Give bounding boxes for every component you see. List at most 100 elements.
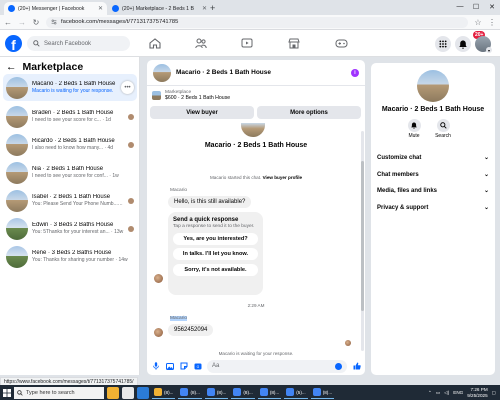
chat-item-edwin[interactable]: Edwin · 3 Beds 2 Baths House You: 5Thank…: [3, 215, 137, 242]
bell-icon: [407, 119, 421, 132]
emoji-icon[interactable]: [335, 362, 342, 370]
chevron-up-icon[interactable]: ⌃: [428, 390, 432, 396]
gaming-icon[interactable]: [333, 36, 349, 50]
minimize-icon[interactable]: —: [452, 0, 468, 13]
search-label: Search: [435, 133, 451, 139]
taskbar-app[interactable]: (5)...: [284, 387, 308, 399]
conversation-title[interactable]: Macario · 2 Beds 1 Bath House: [176, 69, 346, 76]
info-avatar[interactable]: [417, 70, 449, 102]
tab-messenger[interactable]: (20+) Messenger | Facebook ✕: [4, 2, 107, 15]
facebook-favicon-icon: [8, 5, 15, 12]
sender-avatar[interactable]: [154, 274, 163, 283]
chat-item-nia[interactable]: Nia · 2 Beds 1 Bath House I need to see …: [3, 159, 137, 186]
facebook-search-input[interactable]: Search Facebook: [27, 36, 130, 51]
image-icon[interactable]: [165, 362, 174, 371]
chat-time: 14w: [118, 257, 128, 263]
close-tab-icon[interactable]: ✕: [98, 5, 103, 12]
more-options-icon[interactable]: •••: [121, 81, 134, 94]
microphone-icon[interactable]: [151, 362, 160, 371]
reload-icon[interactable]: ↻: [32, 18, 40, 27]
mail-icon[interactable]: [137, 386, 149, 399]
sticker-icon[interactable]: [179, 362, 188, 371]
mute-button[interactable]: Mute: [404, 119, 424, 139]
listing-actions: View buyer More options: [150, 106, 361, 119]
app-label: (8)...: [322, 389, 333, 395]
file-explorer-icon[interactable]: [107, 386, 119, 399]
quick-reply-interested[interactable]: Yes, are you interested?: [173, 232, 258, 245]
site-info-icon[interactable]: [51, 19, 57, 25]
view-buyer-profile-link[interactable]: View buyer profile: [263, 175, 302, 180]
system-tray: ⌃ ▭ ◁) ENG 7:26 PM 9/25/2025 ▢: [428, 385, 496, 400]
menu-grid-button[interactable]: [435, 36, 451, 52]
scrollbar-thumb[interactable]: [361, 161, 364, 311]
taskbar-app[interactable]: (8)...: [178, 387, 202, 399]
taskbar-app[interactable]: (8)...: [257, 387, 282, 399]
listing-title[interactable]: $600 · 2 Beds 1 Bath House: [165, 95, 230, 101]
taskbar-app[interactable]: (8)...: [310, 387, 335, 399]
volume-icon[interactable]: ◁): [444, 390, 449, 396]
info-icon[interactable]: i: [351, 68, 359, 77]
chevron-down-icon: ⌄: [483, 172, 489, 178]
taskbar-app[interactable]: (8)...: [231, 387, 255, 399]
taskbar-clock[interactable]: 7:26 PM 9/25/2025: [467, 387, 487, 398]
notifications-button[interactable]: [455, 36, 471, 52]
view-buyer-button[interactable]: View buyer: [150, 106, 254, 119]
customize-chat-section[interactable]: Customize chat ⌄: [377, 154, 489, 162]
marketplace-icon[interactable]: [286, 36, 302, 50]
bookmark-star-icon[interactable]: ☆: [474, 18, 482, 27]
media-files-links-section[interactable]: Media, files and links ⌄: [377, 187, 489, 195]
back-arrow-icon[interactable]: ←: [6, 61, 17, 73]
back-icon[interactable]: ←: [4, 18, 12, 27]
language-indicator[interactable]: ENG: [453, 390, 463, 395]
taskbar-search-input[interactable]: Type here to search: [14, 386, 104, 399]
conversation-avatar[interactable]: [153, 63, 171, 82]
message-input[interactable]: Aa: [207, 359, 347, 373]
facebook-logo[interactable]: f: [5, 35, 22, 52]
chat-members-section[interactable]: Chat members ⌄: [377, 171, 489, 179]
chat-item-macario[interactable]: Macario · 2 Beds 1 Bath House Macario is…: [3, 74, 137, 101]
chat-item-ricardo[interactable]: Ricardo · 2 Beds 1 Bath House I also nee…: [3, 131, 137, 158]
privacy-support-section[interactable]: Privacy & support ⌄: [377, 204, 489, 212]
taskbar-app[interactable]: (8)...: [204, 387, 229, 399]
thread-scrollbar[interactable]: [361, 131, 364, 351]
quick-reply-in-talks[interactable]: In talks. I'll let you know.: [173, 248, 258, 260]
new-tab-button[interactable]: +: [210, 3, 215, 13]
chevron-down-icon: ⌄: [483, 188, 489, 194]
friends-icon[interactable]: [193, 36, 209, 50]
search-placeholder: Search Facebook: [44, 40, 92, 47]
windows-start-icon[interactable]: [0, 385, 14, 400]
more-options-button[interactable]: More options: [257, 106, 361, 119]
url-field[interactable]: facebook.com/messages/t/771317375741785: [46, 16, 468, 28]
close-tab-icon[interactable]: ✕: [202, 5, 207, 12]
tab-marketplace[interactable]: (20+) Marketplace - 2 Beds 1 B ✕: [108, 2, 211, 15]
notification-center-icon[interactable]: ▢: [492, 390, 496, 396]
chevron-down-icon[interactable]: ▾: [486, 47, 492, 53]
listing-image[interactable]: [152, 91, 161, 100]
microsoft-store-icon[interactable]: [122, 386, 134, 399]
network-icon[interactable]: ▭: [436, 390, 440, 396]
like-thumb-icon[interactable]: [352, 362, 361, 371]
incoming-message[interactable]: Hello, is this still available?: [168, 196, 252, 208]
chat-item-isabel[interactable]: Isabel · 2 Beds 1 Bath House You: Please…: [3, 187, 137, 214]
chat-name: Edwin · 3 Beds 2 Baths House: [32, 222, 114, 228]
chat-item-rene[interactable]: Rene · 3 Beds 2 Baths House You: Thanks …: [3, 243, 137, 270]
home-icon[interactable]: [147, 36, 163, 50]
seen-avatar: [128, 113, 134, 120]
gif-icon[interactable]: G: [193, 362, 202, 371]
quick-reply-not-available[interactable]: Sorry, it's not available.: [173, 263, 258, 276]
forward-icon[interactable]: →: [18, 18, 26, 27]
browser-menu-icon[interactable]: ⋮: [488, 18, 496, 27]
phone-number-message[interactable]: 9562452094: [168, 324, 214, 336]
sender-label: Macario: [170, 188, 188, 193]
chat-preview: I also need to know how many...: [32, 145, 104, 151]
maximize-icon[interactable]: ☐: [468, 0, 484, 13]
video-icon[interactable]: [239, 36, 255, 50]
close-window-icon[interactable]: ✕: [484, 0, 500, 13]
sender-avatar[interactable]: [154, 328, 163, 337]
search-icon: [17, 389, 23, 396]
taskbar-search-placeholder: Type here to search: [26, 389, 75, 396]
taskbar-app[interactable]: (8)...: [152, 387, 176, 399]
search-conversation-button[interactable]: Search: [433, 119, 453, 139]
chat-name: Braden · 2 Beds 1 Bath House: [32, 110, 114, 116]
chat-item-braden[interactable]: Braden · 2 Beds 1 Bath House I need to s…: [3, 103, 137, 130]
